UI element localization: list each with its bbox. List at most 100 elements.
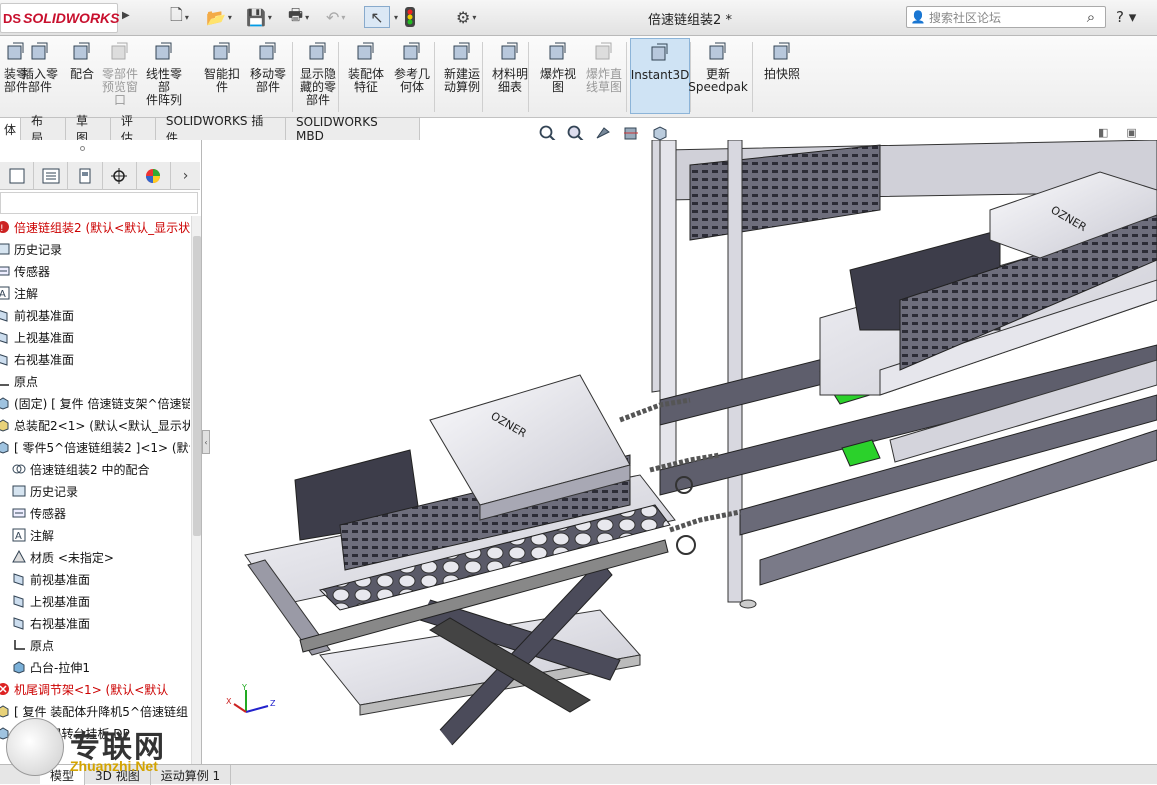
- tree-item-label: 传感器: [30, 506, 67, 521]
- print-icon[interactable]: 🖶 ▾: [288, 5, 309, 28]
- dimxpert-tab-icon[interactable]: [103, 162, 137, 190]
- command-assembly-features-button[interactable]: 装配体 特征: [344, 40, 388, 94]
- command-separator: [752, 42, 753, 112]
- tree-item-label: 上视基准面: [30, 594, 91, 609]
- tree-item-label: 注解: [14, 286, 39, 301]
- linear-pattern-icon: [152, 40, 176, 64]
- tree-item[interactable]: ! 倍速链组装2 (默认<默认_显示状: [0, 216, 190, 238]
- search-input[interactable]: 搜索社区论坛: [929, 9, 1077, 26]
- solidworks-logo[interactable]: DS SOLIDWORKS: [0, 3, 120, 33]
- graphics-area[interactable]: OZNER OZNER Y Z X: [210, 140, 1157, 764]
- watermark: 专联网 Zhuanzhi.Net: [6, 718, 196, 782]
- command-label: 材料明 细表: [491, 67, 528, 94]
- tree-item[interactable]: 凸台-拉伸1: [0, 656, 190, 678]
- assembly-icon: !: [0, 220, 10, 234]
- tree-item[interactable]: 机尾调节架<1> (默认<默认: [0, 678, 190, 700]
- command-smart-fasteners-button[interactable]: 智能扣 件: [200, 40, 244, 94]
- command-motion-study-button[interactable]: 新建运 动算例: [440, 40, 484, 94]
- command-show-hidden-button[interactable]: 显示隐 藏的零 部件: [296, 40, 340, 107]
- panel-tabs-more-icon[interactable]: ›: [171, 162, 200, 190]
- rebuild-icon[interactable]: [404, 6, 416, 28]
- command-linear-pattern-button[interactable]: 线性零部 件阵列: [142, 40, 186, 107]
- plane-icon: [0, 330, 10, 344]
- assembly-model: OZNER OZNER: [244, 140, 1157, 746]
- tree-item-label: 右视基准面: [14, 352, 75, 367]
- tab-5[interactable]: SOLIDWORKS MBD: [286, 115, 421, 143]
- configuration-manager-tab-icon[interactable]: [68, 162, 103, 190]
- document-title: 倍速链组装2 *: [648, 13, 732, 28]
- tree-item[interactable]: 前视基准面: [0, 568, 190, 590]
- property-manager-tab-icon[interactable]: [34, 162, 69, 190]
- search-user-icon: 👤: [910, 10, 926, 24]
- tree-item[interactable]: 总装配2<1> (默认<默认_显示状: [0, 414, 190, 436]
- undo-icon[interactable]: ↶ ▾: [326, 6, 345, 28]
- tree-scrollbar[interactable]: [191, 216, 201, 764]
- tree-item[interactable]: 传感器: [0, 502, 190, 524]
- command-separator: [626, 42, 627, 112]
- help-icon[interactable]: ? ▾: [1116, 8, 1136, 26]
- command-insert-components-button[interactable]: 插入零 部件: [18, 40, 62, 94]
- command-label: 插入零 部件: [21, 67, 58, 94]
- tree-item[interactable]: 材质 <未指定>: [0, 546, 190, 568]
- tab-3[interactable]: 评估: [110, 114, 156, 145]
- tab-4[interactable]: SOLIDWORKS 插件: [155, 114, 287, 145]
- command-manager: 装零 部件 插入零 部件 配合 零部件 预览窗 口线性零部 件阵列 智能扣 件移动零 部…: [0, 36, 1157, 118]
- logo-name: SOLIDWORKS: [23, 10, 120, 26]
- tree-item[interactable]: A 注解: [0, 524, 190, 546]
- tree-item-label: 前视基准面: [14, 308, 75, 323]
- tree-item[interactable]: (固定) [ 复件 倍速链支架^倍速链: [0, 392, 190, 414]
- command-reference-geometry-button[interactable]: 参考几 何体: [390, 40, 434, 94]
- tab-1[interactable]: 布局: [21, 114, 66, 145]
- tree-item[interactable]: 上视基准面: [0, 326, 190, 348]
- command-separator: [292, 42, 293, 112]
- origin-icon: [0, 374, 10, 388]
- open-document-icon[interactable]: 📂 ▾: [206, 6, 232, 28]
- command-instant3d-button[interactable]: Instant3D: [630, 38, 690, 114]
- command-snapshot-button[interactable]: 拍快照: [760, 40, 804, 81]
- tree-item[interactable]: 前视基准面: [0, 304, 190, 326]
- feature-manager-tab-icon[interactable]: [0, 162, 35, 190]
- logo-ds: DS: [3, 10, 22, 26]
- mate-icon: [70, 40, 94, 64]
- tree-item[interactable]: 历史记录: [0, 238, 190, 260]
- tree-item[interactable]: 右视基准面: [0, 612, 190, 634]
- tree-item[interactable]: 历史记录: [0, 480, 190, 502]
- tree-item[interactable]: 右视基准面: [0, 348, 190, 370]
- origin-icon: [12, 638, 26, 652]
- command-speedpak-button[interactable]: 更新 Speedpak: [688, 40, 748, 94]
- display-manager-tab-icon[interactable]: [137, 162, 172, 190]
- command-explode-line-button[interactable]: 爆炸直 线草图: [582, 40, 626, 94]
- command-exploded-view-button[interactable]: 爆炸视 图: [536, 40, 580, 94]
- select-dropdown-icon[interactable]: ▾: [392, 6, 398, 28]
- tree-item[interactable]: 倍速链组装2 中的配合: [0, 458, 190, 480]
- tree-item-label: 原点: [14, 374, 39, 389]
- material-icon: [12, 550, 26, 564]
- options-gear-icon[interactable]: ⚙ ▾: [456, 6, 476, 28]
- tree-scrollbar-thumb[interactable]: [193, 236, 201, 536]
- collapse-left-icon[interactable]: ◧: [1098, 126, 1108, 139]
- tree-item[interactable]: 传感器: [0, 260, 190, 282]
- community-search[interactable]: 👤 搜索社区论坛 ⌕: [906, 6, 1106, 28]
- tree-item[interactable]: 上视基准面: [0, 590, 190, 612]
- command-bom-button[interactable]: 材料明 细表: [488, 40, 532, 94]
- reference-geometry-icon: [400, 40, 424, 64]
- new-document-icon[interactable]: 🗋 ▾: [170, 5, 189, 28]
- command-component-preview-button[interactable]: 零部件 预览窗 口: [98, 40, 142, 107]
- tab-2[interactable]: 草图: [65, 114, 111, 145]
- panel-splitter[interactable]: ‹: [202, 430, 210, 454]
- save-icon[interactable]: 💾 ▾: [246, 6, 272, 28]
- tree-item[interactable]: 原点: [0, 370, 190, 392]
- tab-0[interactable]: 体: [0, 118, 22, 140]
- svg-text:Y: Y: [241, 684, 247, 692]
- menu-expand-icon[interactable]: ▶: [122, 10, 130, 21]
- panel-grip[interactable]: [80, 146, 85, 151]
- restore-view-icon[interactable]: ▣: [1126, 126, 1136, 139]
- search-icon[interactable]: ⌕: [1077, 8, 1105, 26]
- tree-filter-input[interactable]: [0, 192, 198, 214]
- select-arrow-icon[interactable]: ↖: [364, 6, 390, 28]
- tree-item[interactable]: [ 零件5^倍速链组装2 ]<1> (默认: [0, 436, 190, 458]
- command-move-component-button[interactable]: 移动零 部件: [246, 40, 290, 94]
- tree-item[interactable]: 原点: [0, 634, 190, 656]
- subassembly-icon: [0, 418, 10, 432]
- tree-item[interactable]: A 注解: [0, 282, 190, 304]
